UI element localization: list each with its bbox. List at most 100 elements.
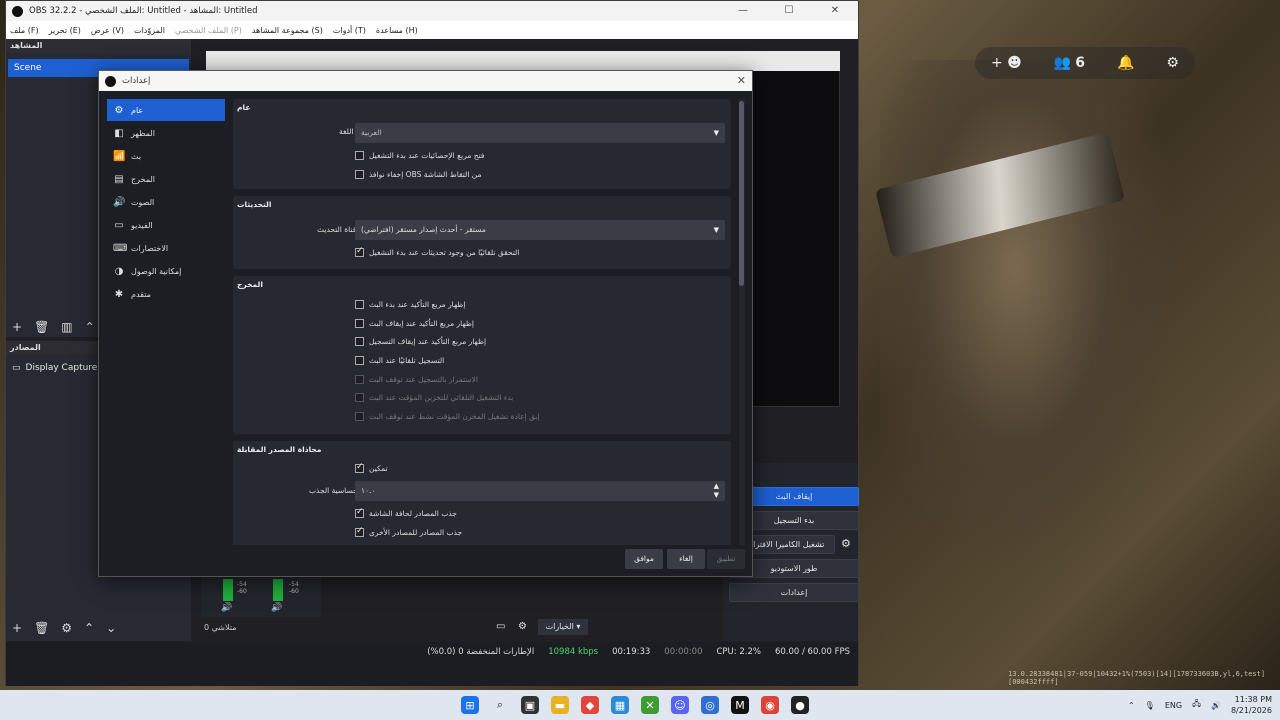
sensitivity-spinbox[interactable]: ١٠.٠ ▲ ▼ <box>355 481 725 501</box>
group-title: التحديثات <box>237 200 272 209</box>
gear-icon[interactable]: ⚙ <box>518 621 527 632</box>
menu-profile[interactable]: الملف الشخصي (P) <box>175 26 242 35</box>
gear-icon[interactable]: ⚙ <box>1166 55 1179 71</box>
source-list-item[interactable]: ▭ Display Capture <box>12 363 97 373</box>
checkbox-row[interactable]: إظهار مربع التأكيد عند إيقاف البث <box>355 319 474 328</box>
checkbox[interactable] <box>355 507 364 518</box>
checkbox[interactable] <box>355 300 364 309</box>
checkbox-row[interactable]: التحقق تلقائيًا من وجود تحديثات عند بدء … <box>355 246 519 257</box>
checkbox[interactable] <box>355 319 364 328</box>
settings-titlebar: إعدادات ✕ <box>99 71 752 91</box>
sidebar-label: المظهر <box>131 128 155 138</box>
sidebar-item-stream[interactable]: 📶 بث <box>107 145 225 167</box>
checkbox-label: بدء التشغيل التلقائي للتخزين المؤقت عند … <box>369 393 514 402</box>
file-explorer-icon[interactable]: ▬ <box>551 696 569 714</box>
checkbox-row[interactable]: إظهار مربع التأكيد عند إيقاف التسجيل <box>355 337 486 346</box>
sidebar-label: المخرج <box>131 174 156 184</box>
network-icon[interactable]: 🖧 <box>1192 698 1201 712</box>
add-friend-icon[interactable]: + ☻ <box>991 55 1022 71</box>
xbox-icon[interactable]: ✕ <box>641 696 659 714</box>
language-select[interactable]: العربية ▼ <box>355 123 725 143</box>
spin-arrows-icon[interactable]: ▲ ▼ <box>714 482 719 500</box>
speaker-icon[interactable]: 🔊 <box>271 603 282 613</box>
settings-title: إعدادات <box>122 76 151 86</box>
friends-icon[interactable]: 👥 6 <box>1054 55 1085 71</box>
gear-icon[interactable]: ⚙ <box>61 621 72 635</box>
task-view-icon[interactable]: ▣ <box>521 696 539 714</box>
settings-sidebar: ⚙ عام ◧ المظهر 📶 بث ▤ المخرج 🔊 الصوت ▭ الفيديو… <box>107 99 225 545</box>
microphone-icon[interactable]: 🎙 <box>1145 701 1155 710</box>
date: 8/21/2026 <box>1230 706 1272 715</box>
menu-help[interactable]: مساعدة (H) <box>376 26 418 35</box>
checkbox[interactable] <box>355 170 364 179</box>
volume-icon[interactable]: 🔊 <box>1211 701 1221 710</box>
checkbox-row[interactable]: تمكين <box>355 462 388 473</box>
bell-icon[interactable]: 🔔 <box>1117 55 1134 71</box>
chevron-up-icon[interactable]: ⌃ <box>84 621 94 635</box>
sidebar-item-general[interactable]: ⚙ عام <box>107 99 225 121</box>
layout-icon[interactable]: ▭ <box>496 621 505 632</box>
chevron-up-icon[interactable]: ⌃ <box>1128 701 1135 710</box>
group-title: عام <box>237 103 251 112</box>
maximize-button[interactable]: ☐ <box>766 1 812 21</box>
start-icon[interactable]: ⊞ <box>461 696 479 714</box>
close-icon[interactable]: ✕ <box>737 74 746 87</box>
settings-button[interactable]: إعدادات <box>729 583 859 602</box>
volume-meter <box>223 579 233 601</box>
speaker-icon[interactable]: 🔊 <box>221 603 232 613</box>
add-icon[interactable]: + <box>12 621 22 635</box>
ok-button[interactable]: موافق <box>625 549 663 569</box>
checkbox[interactable] <box>355 151 364 160</box>
brave-icon[interactable]: ◆ <box>581 696 599 714</box>
menu-scene-collection[interactable]: مجموعة المشاهد (S) <box>252 26 323 35</box>
sidebar-item-advanced[interactable]: ✱ متقدم <box>107 283 225 305</box>
chevron-up-icon[interactable]: ⌃ <box>85 320 95 334</box>
sidebar-item-accessibility[interactable]: ◑ إمكانية الوصول <box>107 260 225 282</box>
menu-file[interactable]: ملف (F) <box>10 26 39 35</box>
add-icon[interactable]: + <box>12 320 22 334</box>
checkbox-row[interactable]: جذب المصادر للمصادر الأخرى <box>355 526 462 537</box>
sidebar-item-appearance[interactable]: ◧ المظهر <box>107 122 225 144</box>
chevron-down-icon[interactable]: ⌄ <box>106 621 116 635</box>
close-button[interactable]: ✕ <box>812 1 858 21</box>
sidebar-item-video[interactable]: ▭ الفيديو <box>107 214 225 236</box>
checkbox[interactable] <box>355 356 364 365</box>
minimize-button[interactable]: — <box>720 1 766 21</box>
checkbox-row[interactable]: إظهار مربع التأكيد عند بدء البث <box>355 300 465 309</box>
checkbox[interactable] <box>355 246 364 257</box>
clock[interactable]: 11:38 PM 8/21/2026 <box>1231 694 1272 716</box>
search-icon[interactable]: ⌕ <box>491 696 509 714</box>
scrollbar-thumb[interactable] <box>739 101 744 286</box>
checkbox-row[interactable]: إخفاء نوافذ OBS من التقاط الشاشة <box>355 170 482 179</box>
checkbox-row[interactable]: جذب المصادر لحافة الشاشة <box>355 507 457 518</box>
menu-edit[interactable]: تحرير (E) <box>49 26 81 35</box>
chrome-icon[interactable]: ◉ <box>761 696 779 714</box>
apply-button[interactable]: تطبيق <box>707 549 745 569</box>
language-indicator[interactable]: ENG <box>1165 701 1182 710</box>
settings-content: عام اللغة العربية ▼ فتح مربع الإحصائيات ع… <box>233 99 741 545</box>
update-channel-select[interactable]: مستقر - أحدث إصدار مستقر (افتراضي) ▼ <box>355 220 725 240</box>
sidebar-item-hotkeys[interactable]: ⌨ الاختصارات <box>107 237 225 259</box>
checkbox[interactable] <box>355 526 364 537</box>
gear-icon[interactable]: ⚙ <box>841 537 851 550</box>
trash-icon[interactable]: 🗑 <box>34 320 49 334</box>
checkbox[interactable] <box>355 462 364 473</box>
checkbox-row[interactable]: التسجيل تلقائيًا عند البث <box>355 356 444 365</box>
sidebar-label: الاختصارات <box>131 243 169 253</box>
discord-icon[interactable]: ☺ <box>671 696 689 714</box>
msi-icon[interactable]: M <box>731 696 749 714</box>
checkbox-row[interactable]: فتح مربع الإحصائيات عند بدء التشغيل <box>355 151 484 160</box>
filter-icon[interactable]: ▥ <box>61 320 72 334</box>
sidebar-item-output[interactable]: ▤ المخرج <box>107 168 225 190</box>
app-icon[interactable]: ◎ <box>701 696 719 714</box>
trash-icon[interactable]: 🗑 <box>34 621 49 635</box>
cancel-button[interactable]: إلغاء <box>667 549 705 569</box>
menu-view[interactable]: عرض (V) <box>91 26 124 35</box>
menu-tools[interactable]: أدوات (T) <box>333 26 366 35</box>
options-dropdown[interactable]: الخيارات ▾ <box>538 619 588 635</box>
obs-icon[interactable]: ● <box>791 696 809 714</box>
checkbox[interactable] <box>355 337 364 346</box>
sidebar-item-audio[interactable]: 🔊 الصوت <box>107 191 225 213</box>
photos-icon[interactable]: ▦ <box>611 696 629 714</box>
menu-docks[interactable]: المزوّدات <box>134 26 165 35</box>
